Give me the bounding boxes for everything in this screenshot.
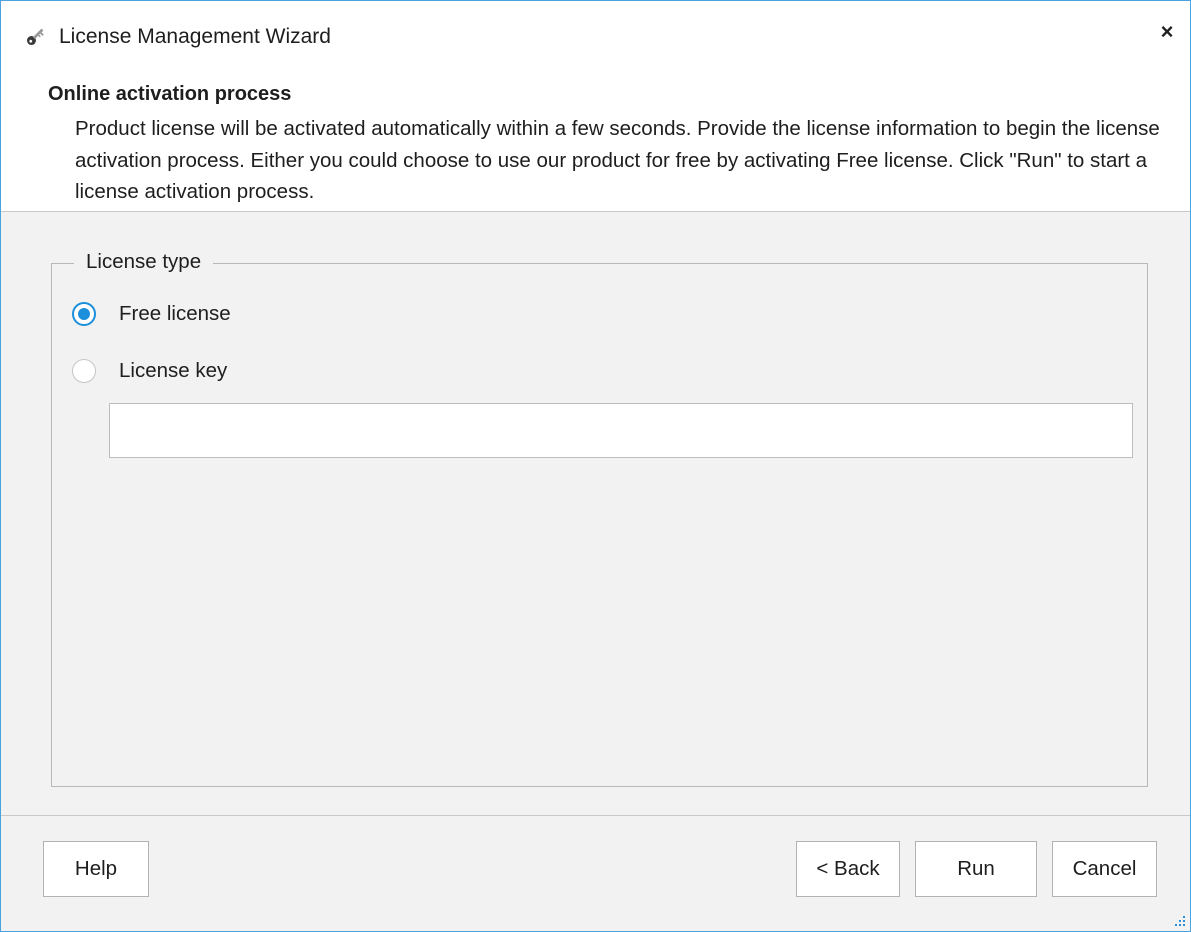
license-key-label[interactable]: License key: [119, 359, 227, 383]
step-title: Online activation process: [48, 83, 292, 105]
title-bar[interactable]: License Management Wizard ×: [1, 1, 1190, 69]
footer-divider: [1, 815, 1190, 816]
key-icon: [26, 28, 44, 46]
free-license-radio[interactable]: [72, 302, 96, 326]
license-type-group: License type Free license License key: [51, 250, 1148, 787]
license-key-radio[interactable]: [72, 359, 96, 383]
wizard-header: Online activation process Product licens…: [1, 69, 1190, 212]
free-license-label[interactable]: Free license: [119, 302, 231, 326]
license-type-legend: License type: [74, 250, 214, 274]
step-description: Product license will be activated automa…: [75, 117, 1160, 203]
back-button[interactable]: < Back: [796, 841, 900, 897]
free-license-option[interactable]: Free license: [72, 299, 231, 329]
resize-grip-icon[interactable]: [1174, 915, 1186, 927]
help-button[interactable]: Help: [43, 841, 149, 897]
run-button[interactable]: Run: [915, 841, 1037, 897]
license-key-option[interactable]: License key: [72, 356, 227, 386]
window-title: License Management Wizard: [59, 25, 331, 48]
cancel-button[interactable]: Cancel: [1052, 841, 1157, 897]
license-wizard-window: License Management Wizard × Online activ…: [0, 0, 1191, 932]
wizard-body: License type Free license License key He…: [1, 212, 1190, 931]
license-key-input[interactable]: [109, 403, 1133, 458]
close-button[interactable]: ×: [1154, 18, 1180, 46]
